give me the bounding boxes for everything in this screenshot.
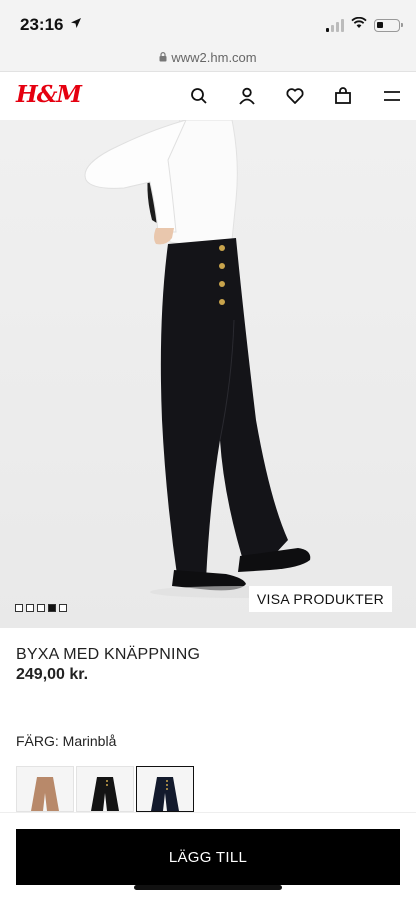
url-bar[interactable]: www2.hm.com	[0, 44, 416, 72]
swatch-navy-selected[interactable]	[136, 766, 194, 812]
color-swatches	[16, 766, 194, 812]
gallery-pagination	[15, 604, 67, 612]
add-to-bag-button[interactable]: LÄGG TILL	[16, 829, 400, 885]
status-time: 23:16	[20, 15, 64, 34]
favorites-icon[interactable]	[283, 84, 307, 108]
gallery-dot[interactable]	[26, 604, 34, 612]
gallery-dot[interactable]	[15, 604, 23, 612]
search-icon[interactable]	[187, 84, 211, 108]
status-bar: 23:16	[0, 0, 416, 44]
color-value: Marinblå	[62, 733, 117, 749]
product-photo	[84, 120, 330, 598]
bag-icon[interactable]	[331, 84, 355, 108]
menu-icon[interactable]	[380, 84, 404, 108]
site-header: H&M	[0, 72, 416, 120]
color-selection-label: FÄRG: Marinblå	[16, 733, 116, 749]
gallery-dot-active[interactable]	[48, 604, 56, 612]
swatch-beige[interactable]	[16, 766, 74, 812]
status-icons	[326, 16, 403, 34]
gallery-dot[interactable]	[59, 604, 67, 612]
cellular-signal-icon	[326, 18, 344, 32]
gallery-dot[interactable]	[37, 604, 45, 612]
battery-icon	[374, 18, 403, 32]
visa-produkter-button[interactable]: VISA PRODUKTER	[248, 586, 392, 612]
product-image-gallery[interactable]: VISA PRODUKTER	[0, 120, 416, 628]
product-title: BYXA MED KNÄPPNING	[16, 646, 201, 663]
color-label: FÄRG:	[16, 733, 59, 749]
product-price: 249,00 kr.	[16, 666, 89, 683]
location-arrow-icon	[70, 16, 82, 34]
account-icon[interactable]	[235, 84, 259, 108]
swatch-black[interactable]	[76, 766, 134, 812]
lock-icon	[159, 49, 167, 67]
hm-logo[interactable]: H&M	[16, 81, 82, 108]
wifi-icon	[351, 16, 367, 34]
home-indicator[interactable]	[134, 885, 282, 890]
url-text: www2.hm.com	[171, 50, 257, 65]
